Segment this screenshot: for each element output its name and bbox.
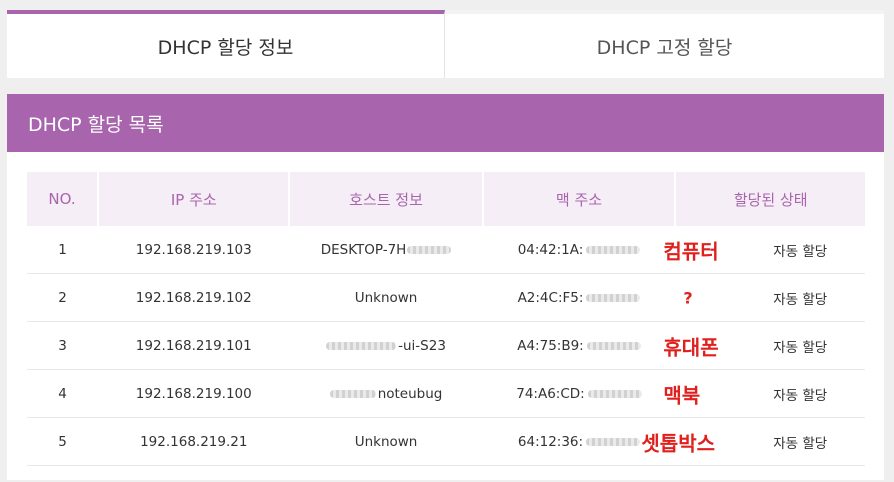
state-text: 자동 할당 — [773, 291, 828, 308]
dhcp-list-panel: DHCP 할당 목록 NO. IP 주소 호스트 정보 맥 주소 할당된 상태 … — [7, 94, 884, 480]
header-ip: IP 주소 — [98, 172, 291, 226]
host-text: -ui-S23 — [398, 337, 446, 354]
cell-host: noteubug — [289, 369, 483, 418]
cell-state: ? 자동 할당 — [675, 273, 865, 322]
header-state: 할당된 상태 — [675, 172, 865, 226]
annotation-note: 휴대폰 — [663, 335, 719, 359]
masked-text — [326, 341, 397, 350]
cell-state: 맥북 자동 할당 — [663, 369, 865, 418]
table-row: 2 192.168.219.102 Unknown A2:4C:F5: ? 자동 … — [27, 273, 865, 322]
cell-host: -ui-S23 — [289, 321, 483, 370]
state-text: 자동 할당 — [773, 339, 828, 356]
masked-text — [587, 389, 642, 398]
masked-text — [407, 245, 452, 254]
cell-mac: A2:4C:F5: — [482, 273, 676, 322]
dhcp-table: NO. IP 주소 호스트 정보 맥 주소 할당된 상태 1 192.168.2… — [27, 172, 865, 466]
cell-ip: 192.168.219.102 — [98, 273, 290, 322]
table-header-row: NO. IP 주소 호스트 정보 맥 주소 할당된 상태 — [27, 172, 865, 226]
tab-bar: DHCP 할당 정보 DHCP 고정 할당 — [7, 10, 884, 78]
cell-state: 셋톱박스 자동 할당 — [641, 417, 865, 466]
cell-no: 3 — [27, 321, 99, 370]
table-row: 5 192.168.219.21 Unknown 64:12:36: 셋톱박스 자… — [27, 417, 865, 466]
cell-mac: 04:42:1A: — [482, 226, 676, 274]
masked-text — [586, 245, 641, 254]
cell-ip: 192.168.219.103 — [98, 226, 290, 274]
cell-no: 1 — [27, 226, 99, 274]
state-text: 자동 할당 — [773, 435, 828, 452]
annotation-note: ? — [683, 288, 693, 307]
state-text: 자동 할당 — [773, 387, 828, 404]
masked-text — [586, 437, 641, 446]
masked-text — [586, 293, 641, 302]
mac-text: A2:4C:F5: — [517, 289, 584, 306]
masked-text — [586, 341, 641, 350]
mac-text: 74:A6:CD: — [516, 385, 585, 402]
tab-dhcp-allocation-info[interactable]: DHCP 할당 정보 — [7, 10, 445, 78]
cell-mac: A4:75:B9: — [482, 321, 676, 370]
cell-host: Unknown — [289, 273, 483, 322]
mac-text: 64:12:36: — [517, 433, 584, 450]
tab-dhcp-static-allocation[interactable]: DHCP 고정 할당 — [445, 10, 884, 78]
cell-state: 컴퓨터 자동 할당 — [663, 226, 865, 274]
header-host: 호스트 정보 — [289, 172, 484, 226]
cell-ip: 192.168.219.21 — [98, 417, 290, 466]
cell-mac: 74:A6:CD: — [482, 369, 676, 418]
host-text: noteubug — [377, 385, 443, 402]
cell-ip: 192.168.219.101 — [98, 321, 290, 370]
header-no: NO. — [27, 172, 100, 226]
cell-no: 4 — [27, 369, 99, 418]
cell-host: Unknown — [289, 417, 483, 466]
mac-text: A4:75:B9: — [517, 337, 584, 354]
cell-host: DESKTOP-7H — [289, 226, 483, 274]
table-row: 4 192.168.219.100 noteubug 74:A6:CD: 맥북 자… — [27, 369, 865, 418]
masked-text — [329, 389, 376, 398]
table-row: 1 192.168.219.103 DESKTOP-7H 04:42:1A: 컴… — [27, 226, 865, 274]
header-mac: 맥 주소 — [482, 172, 677, 226]
cell-no: 5 — [27, 417, 99, 466]
cell-no: 2 — [27, 273, 99, 322]
annotation-note: 맥북 — [663, 383, 701, 407]
cell-state: 휴대폰 자동 할당 — [663, 321, 865, 370]
annotation-note: 셋톱박스 — [641, 431, 716, 455]
table-row: 3 192.168.219.101 -ui-S23 A4:75:B9: 휴대폰 자… — [27, 321, 865, 370]
mac-text: 04:42:1A: — [517, 241, 584, 258]
dhcp-page: DHCP 할당 정보 DHCP 고정 할당 DHCP 할당 목록 NO. IP … — [0, 0, 894, 482]
panel-title: DHCP 할당 목록 — [7, 94, 884, 152]
state-text: 자동 할당 — [773, 243, 828, 260]
host-text: DESKTOP-7H — [320, 241, 407, 258]
cell-ip: 192.168.219.100 — [98, 369, 290, 418]
annotation-note: 컴퓨터 — [663, 239, 719, 263]
